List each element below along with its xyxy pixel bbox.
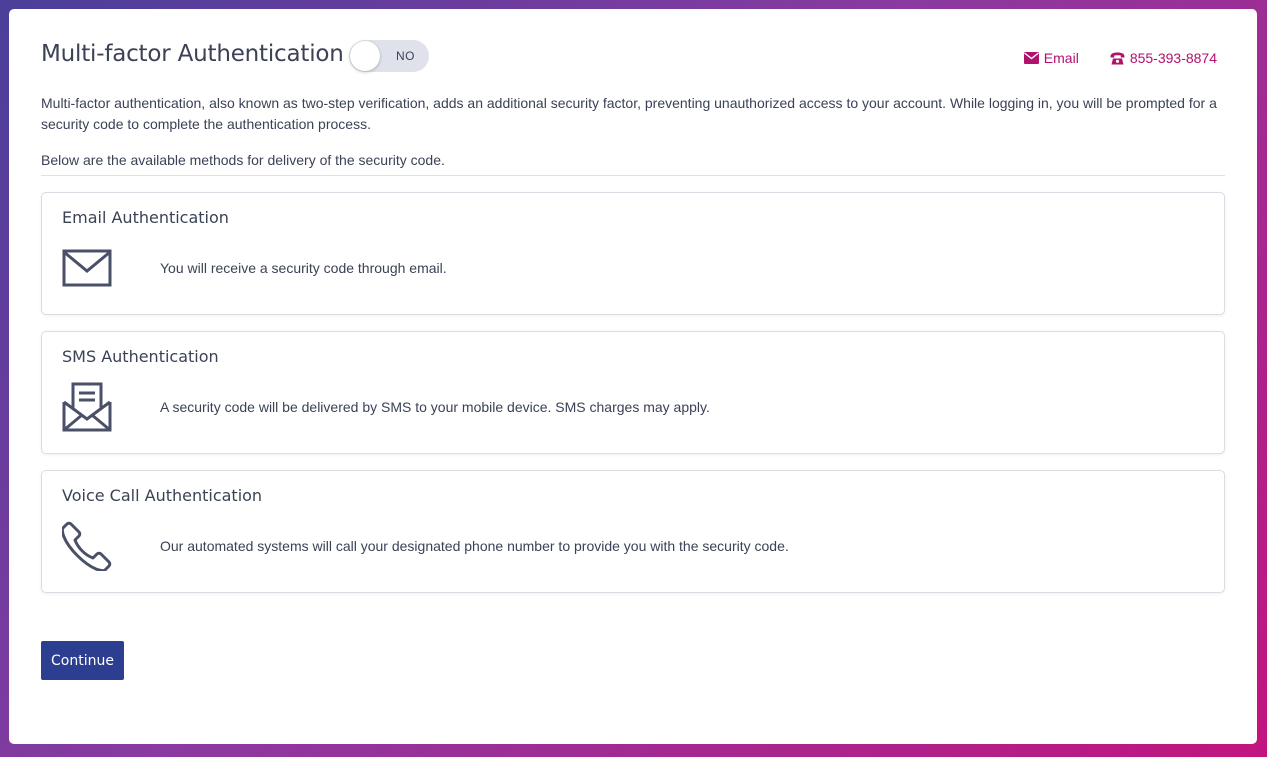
contact-phone-label: 855-393-8874 <box>1129 50 1217 66</box>
mfa-card: Multi-factor Authentication NO Email 855… <box>9 9 1257 744</box>
divider <box>41 175 1225 176</box>
mfa-toggle[interactable]: NO <box>349 40 429 72</box>
page-title: Multi-factor Authentication <box>41 41 344 67</box>
method-title: Voice Call Authentication <box>62 486 263 505</box>
contact-phone-link[interactable]: 855-393-8874 <box>1110 50 1217 66</box>
method-description: Our automated systems will call your des… <box>160 538 789 554</box>
contact-links: Email 855-393-8874 <box>1023 50 1217 66</box>
continue-button[interactable]: Continue <box>41 641 124 680</box>
method-description: You will receive a security code through… <box>160 260 447 276</box>
open-envelope-message-icon <box>62 382 112 432</box>
method-card-sms: SMS Authentication A security code will … <box>41 331 1225 454</box>
method-card-email: Email Authentication You will receive a … <box>41 192 1225 315</box>
envelope-icon <box>62 249 112 287</box>
method-title: Email Authentication <box>62 208 229 227</box>
method-description: A security code will be delivered by SMS… <box>160 399 710 415</box>
methods-intro: Below are the available methods for deli… <box>41 152 445 168</box>
contact-email-link[interactable]: Email <box>1023 50 1079 66</box>
telephone-icon <box>1110 52 1125 64</box>
contact-email-label: Email <box>1043 50 1079 66</box>
method-card-voice: Voice Call Authentication Our automated … <box>41 470 1225 593</box>
intro-text: Multi-factor authentication, also known … <box>41 95 1217 132</box>
method-title: SMS Authentication <box>62 347 219 366</box>
envelope-icon <box>1023 52 1039 64</box>
toggle-knob <box>350 41 380 71</box>
toggle-label: NO <box>396 49 415 63</box>
header: Multi-factor Authentication NO Email 855… <box>41 40 1217 74</box>
phone-handset-icon <box>62 521 112 571</box>
